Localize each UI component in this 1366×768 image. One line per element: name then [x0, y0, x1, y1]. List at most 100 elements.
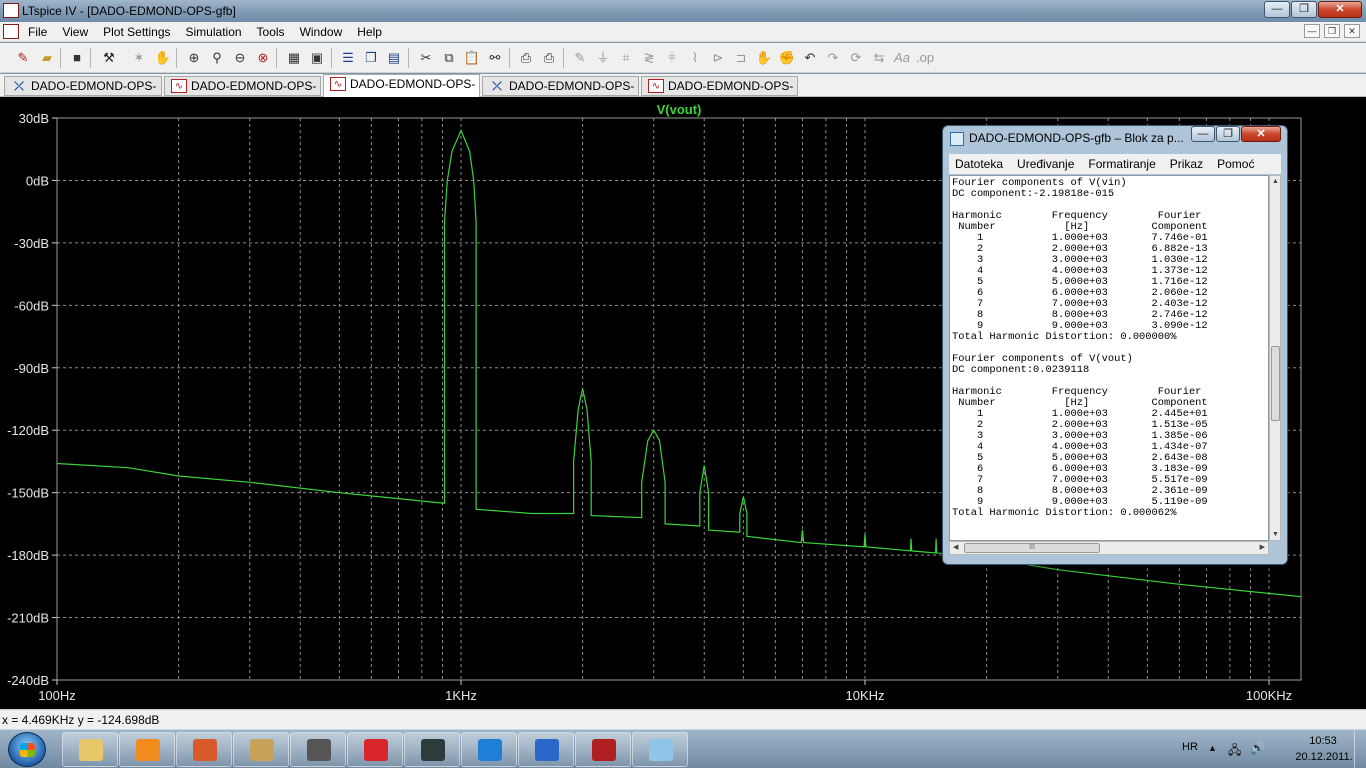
- waveform-doc-icon[interactable]: [3, 24, 19, 39]
- menu-window[interactable]: Window: [300, 25, 343, 39]
- diode-icon[interactable]: ⊳: [709, 50, 727, 66]
- menu-view[interactable]: View: [62, 25, 88, 39]
- cut-icon[interactable]: ✂: [417, 50, 435, 66]
- tile-horizontal-icon[interactable]: ☰: [339, 50, 357, 66]
- scroll-right-arrow-icon[interactable]: ▶: [1260, 543, 1265, 551]
- notepad-menu-file[interactable]: Datoteka: [955, 154, 1003, 174]
- new-schematic-icon[interactable]: ✎: [14, 50, 32, 66]
- window-controls: — ❐ ✕: [1264, 1, 1362, 18]
- notepad-text-area[interactable]: Fourier components of V(vin) DC component…: [949, 175, 1269, 541]
- open-icon[interactable]: ▰: [38, 50, 56, 66]
- capacitor-icon[interactable]: ⫩: [663, 50, 681, 66]
- taskbar-app-ltspice[interactable]: [575, 732, 631, 767]
- taskbar-app-firefox[interactable]: [518, 732, 574, 767]
- schematic-icon: ⤫: [14, 79, 24, 93]
- clock-time[interactable]: 10:53: [1298, 735, 1348, 747]
- zoom-area-icon[interactable]: ⚲: [208, 50, 226, 66]
- save-icon[interactable]: ■: [68, 50, 86, 66]
- minimize-button[interactable]: —: [1264, 1, 1290, 18]
- zoom-out-icon[interactable]: ⊖: [231, 50, 249, 66]
- fit-icon[interactable]: ▣: [308, 50, 326, 66]
- component-icon[interactable]: ⊐: [732, 50, 750, 66]
- taskbar-app-oscilloscope[interactable]: [404, 732, 460, 767]
- taskbar-app-antivirus[interactable]: [347, 732, 403, 767]
- notepad-menu-view[interactable]: Prikaz: [1170, 154, 1203, 174]
- scroll-up-arrow-icon[interactable]: ▲: [1271, 178, 1280, 185]
- close-window-icon[interactable]: ▤: [385, 50, 403, 66]
- taskbar-app-tool[interactable]: [290, 732, 346, 767]
- wire-icon[interactable]: ✎: [571, 50, 589, 66]
- copy-icon[interactable]: ⧉: [440, 50, 458, 66]
- menu-tools[interactable]: Tools: [257, 25, 285, 39]
- notepad-menu-help[interactable]: Pomoć: [1217, 154, 1254, 174]
- menu-simulation[interactable]: Simulation: [186, 25, 242, 39]
- taskbar-app-notepad[interactable]: [632, 732, 688, 767]
- notepad-horizontal-scrollbar[interactable]: ◀ III ▶: [949, 541, 1269, 555]
- close-button[interactable]: ✕: [1318, 1, 1362, 18]
- menu-file[interactable]: File: [28, 25, 47, 39]
- inductor-icon[interactable]: ⌇: [686, 50, 704, 66]
- spice-directive-icon[interactable]: .op: [916, 50, 934, 66]
- paste-icon[interactable]: 📋: [463, 50, 481, 66]
- antivirus-icon: [364, 739, 388, 761]
- tab-pfb-waveform[interactable]: ∿ DADO-EDMOND-OPS-pfb: [641, 76, 798, 111]
- tab-gfb-waveform[interactable]: ∿ DADO-EDMOND-OPS-gfb: [164, 76, 321, 111]
- volume-icon[interactable]: 🔊: [1250, 741, 1265, 755]
- scroll-thumb[interactable]: III: [964, 543, 1100, 553]
- notepad-maximize-button[interactable]: ❐: [1216, 126, 1240, 142]
- print-icon[interactable]: ⎙: [540, 50, 558, 66]
- taskbar-app-internet-explorer[interactable]: [461, 732, 517, 767]
- rotate-icon[interactable]: ⟳: [847, 50, 865, 66]
- show-hidden-icons-icon[interactable]: ▲: [1208, 743, 1217, 753]
- mirror-icon[interactable]: ⇆: [870, 50, 888, 66]
- menu-plot-settings[interactable]: Plot Settings: [103, 25, 170, 39]
- cursor-readout: x = 4.469KHz y = -124.698dB: [2, 713, 160, 727]
- tab-gfb-waveform-active[interactable]: ∿ DADO-EDMOND-OPS-gfb: [323, 74, 480, 109]
- clock-date[interactable]: 20.12.2011.: [1294, 751, 1354, 763]
- menu-help[interactable]: Help: [357, 25, 382, 39]
- control-panel-icon[interactable]: ⚒: [100, 50, 118, 66]
- redo-icon[interactable]: ↷: [824, 50, 842, 66]
- move-icon[interactable]: ✋: [755, 50, 773, 66]
- scroll-down-arrow-icon[interactable]: ▼: [1271, 531, 1280, 538]
- waveform-icon: ∿: [171, 79, 187, 93]
- halt-icon[interactable]: ✋: [154, 50, 172, 66]
- undo-icon[interactable]: ↶: [801, 50, 819, 66]
- ground-icon[interactable]: ⏚: [594, 50, 612, 66]
- mdi-close-button[interactable]: ✕: [1344, 24, 1360, 38]
- zoom-in-icon[interactable]: ⊕: [185, 50, 203, 66]
- maximize-button[interactable]: ❐: [1291, 1, 1317, 18]
- taskbar-app-office[interactable]: [176, 732, 232, 767]
- text-icon[interactable]: Aa: [893, 50, 911, 66]
- notepad-window[interactable]: DADO-EDMOND-OPS-gfb – Blok za p... — ❐ ✕…: [942, 125, 1288, 565]
- taskbar-app-media-player[interactable]: [119, 732, 175, 767]
- print-preview-icon[interactable]: ⎙: [517, 50, 535, 66]
- notepad-menu-edit[interactable]: Uređivanje: [1017, 154, 1074, 174]
- mdi-minimize-button[interactable]: —: [1304, 24, 1320, 38]
- zoom-cancel-icon[interactable]: ⊗: [254, 50, 272, 66]
- taskbar-app-explorer[interactable]: [62, 732, 118, 767]
- notepad-close-button[interactable]: ✕: [1241, 126, 1281, 142]
- notepad-menu-format[interactable]: Formatiranje: [1088, 154, 1155, 174]
- label-icon[interactable]: ⌗: [617, 50, 635, 66]
- notepad-minimize-button[interactable]: —: [1191, 126, 1215, 142]
- run-icon[interactable]: ✶: [130, 50, 148, 66]
- drag-icon[interactable]: ✊: [778, 50, 796, 66]
- show-desktop-button[interactable]: [1354, 730, 1366, 768]
- taskbar-app-network[interactable]: [233, 732, 289, 767]
- tab-gfb-schematic[interactable]: ⤫ DADO-EDMOND-OPS-gfb: [4, 76, 162, 111]
- find-icon[interactable]: ⚯: [486, 50, 504, 66]
- toolbar-separator: [176, 48, 177, 68]
- scroll-left-arrow-icon[interactable]: ◀: [953, 543, 958, 551]
- language-indicator[interactable]: HR: [1182, 741, 1198, 753]
- scroll-thumb[interactable]: [1271, 346, 1280, 421]
- tool-icon: [307, 739, 331, 761]
- notepad-vertical-scrollbar[interactable]: ▲ ▼: [1269, 175, 1281, 541]
- start-button[interactable]: [8, 732, 46, 767]
- cascade-icon[interactable]: ❐: [362, 50, 380, 66]
- network-icon[interactable]: 🖧: [1228, 741, 1241, 762]
- tab-pfb-schematic[interactable]: ⤫ DADO-EDMOND-OPS-pfb: [482, 76, 639, 111]
- resistor-icon[interactable]: ≷: [640, 50, 658, 66]
- autoscale-icon[interactable]: ▦: [285, 50, 303, 66]
- mdi-restore-button[interactable]: ❐: [1324, 24, 1340, 38]
